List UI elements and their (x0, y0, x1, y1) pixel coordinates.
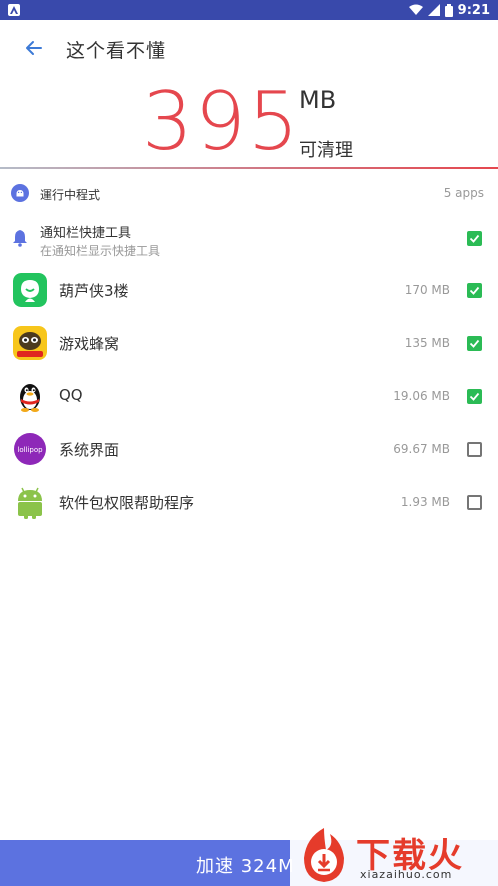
app-row[interactable]: QQ 19.06 MB (0, 369, 498, 422)
cleanable-label: 可清理 (299, 140, 353, 161)
checkmark-icon (469, 286, 480, 295)
status-left (8, 4, 20, 16)
app-checkbox[interactable] (467, 495, 482, 510)
app-row[interactable]: 软件包权限帮助程序 1.93 MB (0, 475, 498, 528)
app-checkbox[interactable] (467, 283, 482, 298)
app-name: QQ (59, 386, 83, 404)
app-name: 葫芦侠3楼 (59, 282, 129, 300)
app-size: 19.06 MB (393, 389, 450, 403)
flame-logo-icon (304, 828, 344, 882)
app-size: 135 MB (404, 336, 450, 350)
back-button[interactable] (22, 36, 46, 60)
wifi-icon (408, 4, 423, 15)
app-name: 软件包权限帮助程序 (59, 494, 195, 512)
lollipop-icon: lollipop (13, 432, 47, 466)
app-name: 游戏蜂窝 (59, 335, 120, 353)
bell-icon (13, 230, 27, 247)
page-title: 这个看不懂 (66, 40, 167, 62)
checkmark-icon (469, 392, 480, 401)
watermark: 下载火 xiazaihuo.com (290, 822, 498, 886)
checkmark-icon (469, 339, 480, 348)
section-app-count: 5 apps (443, 186, 484, 200)
notification-tool-checkbox[interactable] (467, 231, 482, 246)
amount-unit: MB (299, 86, 337, 114)
app-size: 69.67 MB (393, 442, 450, 456)
app-header: 这个看不懂 (0, 20, 498, 76)
status-time: 9:21 (457, 2, 490, 18)
notification-tool-subtitle: 在通知栏显示快捷工具 (40, 244, 161, 258)
app-checkbox[interactable] (467, 442, 482, 457)
app-checkbox[interactable] (467, 389, 482, 404)
app-row[interactable]: 葫芦侠3楼 170 MB (0, 263, 498, 316)
notification-tool-row[interactable]: 通知栏快捷工具 在通知栏显示快捷工具 (0, 218, 498, 262)
gradient-divider (0, 167, 498, 169)
app-row[interactable]: lollipop 系统界面 69.67 MB (0, 422, 498, 475)
speed-up-label: 加速 324M (196, 856, 295, 877)
arrow-left-icon (26, 41, 42, 55)
running-section-header: 運行中程式 5 apps (0, 180, 498, 208)
section-label: 運行中程式 (40, 188, 101, 202)
app-row[interactable]: 游戏蜂窝 135 MB (0, 316, 498, 369)
app-notification-icon (8, 4, 20, 16)
checkmark-icon (469, 234, 480, 243)
lollipop-icon-text: lollipop (17, 446, 43, 454)
app-size: 1.93 MB (400, 495, 450, 509)
app-name: 系统界面 (59, 441, 120, 459)
bee-icon (13, 326, 47, 360)
app-size: 170 MB (404, 283, 450, 297)
notification-tool-title: 通知栏快捷工具 (40, 226, 132, 241)
status-bar: 9:21 (0, 0, 498, 20)
huluxia-icon (13, 273, 47, 307)
status-right: 9:21 (408, 2, 490, 18)
android-icon (11, 184, 29, 202)
memory-summary: 395 MB 可清理 (0, 76, 498, 170)
android-robot-icon (13, 485, 47, 519)
cleanable-amount: 395 (142, 75, 301, 168)
watermark-url: xiazaihuo.com (360, 868, 453, 881)
battery-icon (444, 3, 453, 17)
signal-icon (427, 4, 440, 16)
qq-penguin-icon (13, 379, 47, 413)
app-checkbox[interactable] (467, 336, 482, 351)
